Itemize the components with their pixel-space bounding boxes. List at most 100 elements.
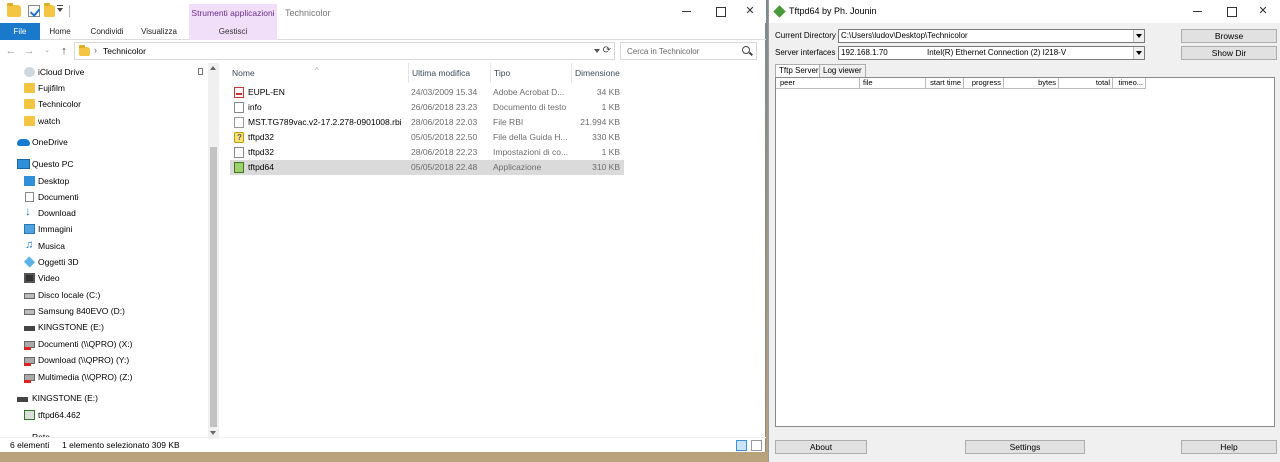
nav-item-music[interactable]: Musica bbox=[0, 237, 206, 254]
documents-icon bbox=[25, 192, 34, 202]
tab-file[interactable]: File bbox=[0, 23, 40, 40]
maximize-button[interactable] bbox=[1213, 0, 1249, 23]
nav-item-label: OneDrive bbox=[32, 137, 68, 147]
breadcrumb[interactable]: Technicolor bbox=[103, 46, 146, 56]
chevron-down-icon[interactable] bbox=[594, 49, 600, 53]
file-row[interactable]: tftpd32 05/05/2018 22.50 File della Guid… bbox=[230, 130, 624, 145]
tab-home[interactable]: Home bbox=[42, 23, 78, 40]
desktop-icon bbox=[24, 176, 35, 186]
nav-item-icloud-drive[interactable]: iCloud Drive bbox=[0, 64, 206, 80]
nav-item-this-pc[interactable]: Questo PC bbox=[0, 156, 206, 172]
scroll-down-icon[interactable] bbox=[210, 431, 216, 435]
nav-item-onedrive[interactable]: OneDrive bbox=[0, 134, 206, 150]
server-interfaces-select[interactable]: 192.168.1.70 Intel(R) Ethernet Connectio… bbox=[838, 46, 1145, 60]
nav-item-documenti-x[interactable]: Documenti (\\QPRO) (X:) bbox=[0, 336, 206, 352]
column-header-file[interactable]: file bbox=[860, 78, 926, 89]
search-icon[interactable] bbox=[742, 46, 750, 54]
scroll-up-icon[interactable] bbox=[210, 66, 216, 70]
file-row[interactable]: MST.TG789vac.v2-17.2.278-0901008.rbi 28/… bbox=[230, 115, 624, 130]
folder-icon bbox=[79, 45, 90, 56]
column-header-modified[interactable]: Ultima modifica bbox=[410, 63, 490, 83]
recent-locations-icon[interactable]: ⌄ bbox=[40, 44, 54, 58]
file-row[interactable]: tftpd32 28/06/2018 22.23 Impostazioni di… bbox=[230, 145, 624, 160]
file-row[interactable]: EUPL-EN 24/03/2009 15.34 Adobe Acrobat D… bbox=[230, 85, 624, 100]
file-name: tftpd64 bbox=[248, 162, 274, 172]
nav-item-images[interactable]: Immagini bbox=[0, 221, 206, 237]
nav-item-3d-objects[interactable]: Oggetti 3D bbox=[0, 254, 206, 270]
column-divider[interactable] bbox=[571, 63, 572, 83]
column-header-timeout[interactable]: timeo... bbox=[1113, 78, 1146, 89]
close-button[interactable]: ✕ bbox=[1245, 0, 1280, 23]
large-icons-view-icon[interactable] bbox=[751, 440, 762, 451]
nav-item-fujifilm[interactable]: Fujifilm bbox=[0, 80, 206, 96]
file-size: 1 KB bbox=[601, 102, 620, 112]
nav-item-watch[interactable]: watch bbox=[0, 113, 206, 129]
browse-button[interactable]: Browse bbox=[1181, 29, 1277, 43]
search-box[interactable] bbox=[620, 42, 757, 60]
new-folder-icon[interactable] bbox=[44, 3, 55, 17]
scrollbar-thumb[interactable] bbox=[210, 147, 217, 427]
customize-quick-access-icon[interactable] bbox=[57, 5, 63, 12]
column-header-total[interactable]: total bbox=[1059, 78, 1113, 89]
column-header-size[interactable]: Dimensione bbox=[573, 63, 625, 83]
nav-item-download-y[interactable]: Download (\\QPRO) (Y:) bbox=[0, 352, 206, 368]
nav-item-label: Desktop bbox=[38, 176, 70, 186]
nav-item-local-disk-c[interactable]: Disco locale (C:) bbox=[0, 287, 206, 303]
nav-item-download[interactable]: Download bbox=[0, 203, 206, 221]
music-icon bbox=[25, 237, 36, 253]
file-size: 1 KB bbox=[601, 147, 620, 157]
column-header-progress[interactable]: progress bbox=[964, 78, 1004, 89]
current-directory-select[interactable]: C:\Users\ludov\Desktop\Technicolor bbox=[838, 29, 1145, 43]
search-input[interactable] bbox=[627, 45, 737, 57]
column-divider[interactable] bbox=[490, 63, 491, 83]
tftpd-titlebar: Tftpd64 by Ph. Jounin ✕ bbox=[769, 0, 1280, 23]
tab-tftp-server[interactable]: Tftp Server bbox=[775, 64, 823, 78]
file-row-selected[interactable]: tftpd64 05/05/2018 22.48 Applicazione 31… bbox=[230, 160, 624, 175]
file-type: File della Guida H... bbox=[493, 132, 568, 142]
file-row[interactable]: info 26/06/2018 23.23 Documento di testo… bbox=[230, 100, 624, 115]
up-button[interactable]: ↑ bbox=[57, 44, 71, 58]
nav-item-label: Questo PC bbox=[32, 159, 74, 169]
back-button[interactable]: ← bbox=[4, 44, 18, 58]
column-header-start-time[interactable]: start time bbox=[926, 78, 964, 89]
minimize-button[interactable] bbox=[1179, 0, 1215, 23]
tab-share[interactable]: Condividi bbox=[84, 23, 130, 40]
forward-button[interactable]: → bbox=[22, 44, 36, 58]
nav-item-network[interactable]: Rete bbox=[0, 429, 206, 437]
column-header-bytes[interactable]: bytes bbox=[1004, 78, 1059, 89]
chevron-down-icon[interactable] bbox=[1133, 47, 1144, 59]
column-header-type[interactable]: Tipo bbox=[492, 63, 570, 83]
properties-icon[interactable] bbox=[28, 5, 40, 17]
nav-item-multimedia-z[interactable]: Multimedia (\\QPRO) (Z:) bbox=[0, 369, 206, 385]
about-button[interactable]: About bbox=[775, 440, 867, 454]
tab-manage[interactable]: Gestisci bbox=[189, 23, 277, 40]
minimize-button[interactable] bbox=[668, 0, 704, 23]
nav-item-technicolor[interactable]: Technicolor bbox=[0, 96, 206, 112]
show-dir-button[interactable]: Show Dir bbox=[1181, 46, 1277, 60]
close-button[interactable]: ✕ bbox=[732, 0, 768, 23]
file-type: Adobe Acrobat D... bbox=[493, 87, 565, 97]
details-view-icon[interactable] bbox=[736, 440, 747, 451]
column-header-peer[interactable]: peer bbox=[776, 78, 860, 89]
refresh-icon[interactable]: ⟳ bbox=[603, 45, 611, 56]
nav-item-tftpd64-462[interactable]: tftpd64.462 bbox=[0, 407, 206, 423]
nav-pane-scrollbar[interactable] bbox=[208, 63, 219, 439]
pin-icon[interactable] bbox=[198, 68, 203, 75]
file-type: Documento di testo bbox=[493, 102, 567, 112]
chevron-down-icon[interactable] bbox=[1133, 30, 1144, 42]
nav-item-label: Video bbox=[38, 273, 60, 283]
settings-button[interactable]: Settings bbox=[965, 440, 1085, 454]
column-header-name[interactable]: Nome ^ bbox=[230, 63, 408, 83]
nav-item-video[interactable]: Video bbox=[0, 270, 206, 286]
tab-view[interactable]: Visualizza bbox=[136, 23, 182, 40]
nav-item-kingstone-e-root[interactable]: KINGSTONE (E:) bbox=[0, 390, 206, 406]
status-bar: 6 elementi 1 elemento selezionato 309 KB bbox=[0, 437, 766, 452]
icloud-icon bbox=[24, 67, 35, 77]
tab-log-viewer[interactable]: Log viewer bbox=[819, 64, 866, 77]
nav-item-kingstone-e[interactable]: KINGSTONE (E:) bbox=[0, 319, 206, 335]
nav-item-samsung-d[interactable]: Samsung 840EVO (D:) bbox=[0, 303, 206, 319]
nav-item-desktop[interactable]: Desktop bbox=[0, 173, 206, 189]
column-divider[interactable] bbox=[408, 63, 409, 83]
address-bar[interactable]: › Technicolor ⟳ bbox=[74, 42, 615, 60]
help-button[interactable]: Help bbox=[1181, 440, 1277, 454]
